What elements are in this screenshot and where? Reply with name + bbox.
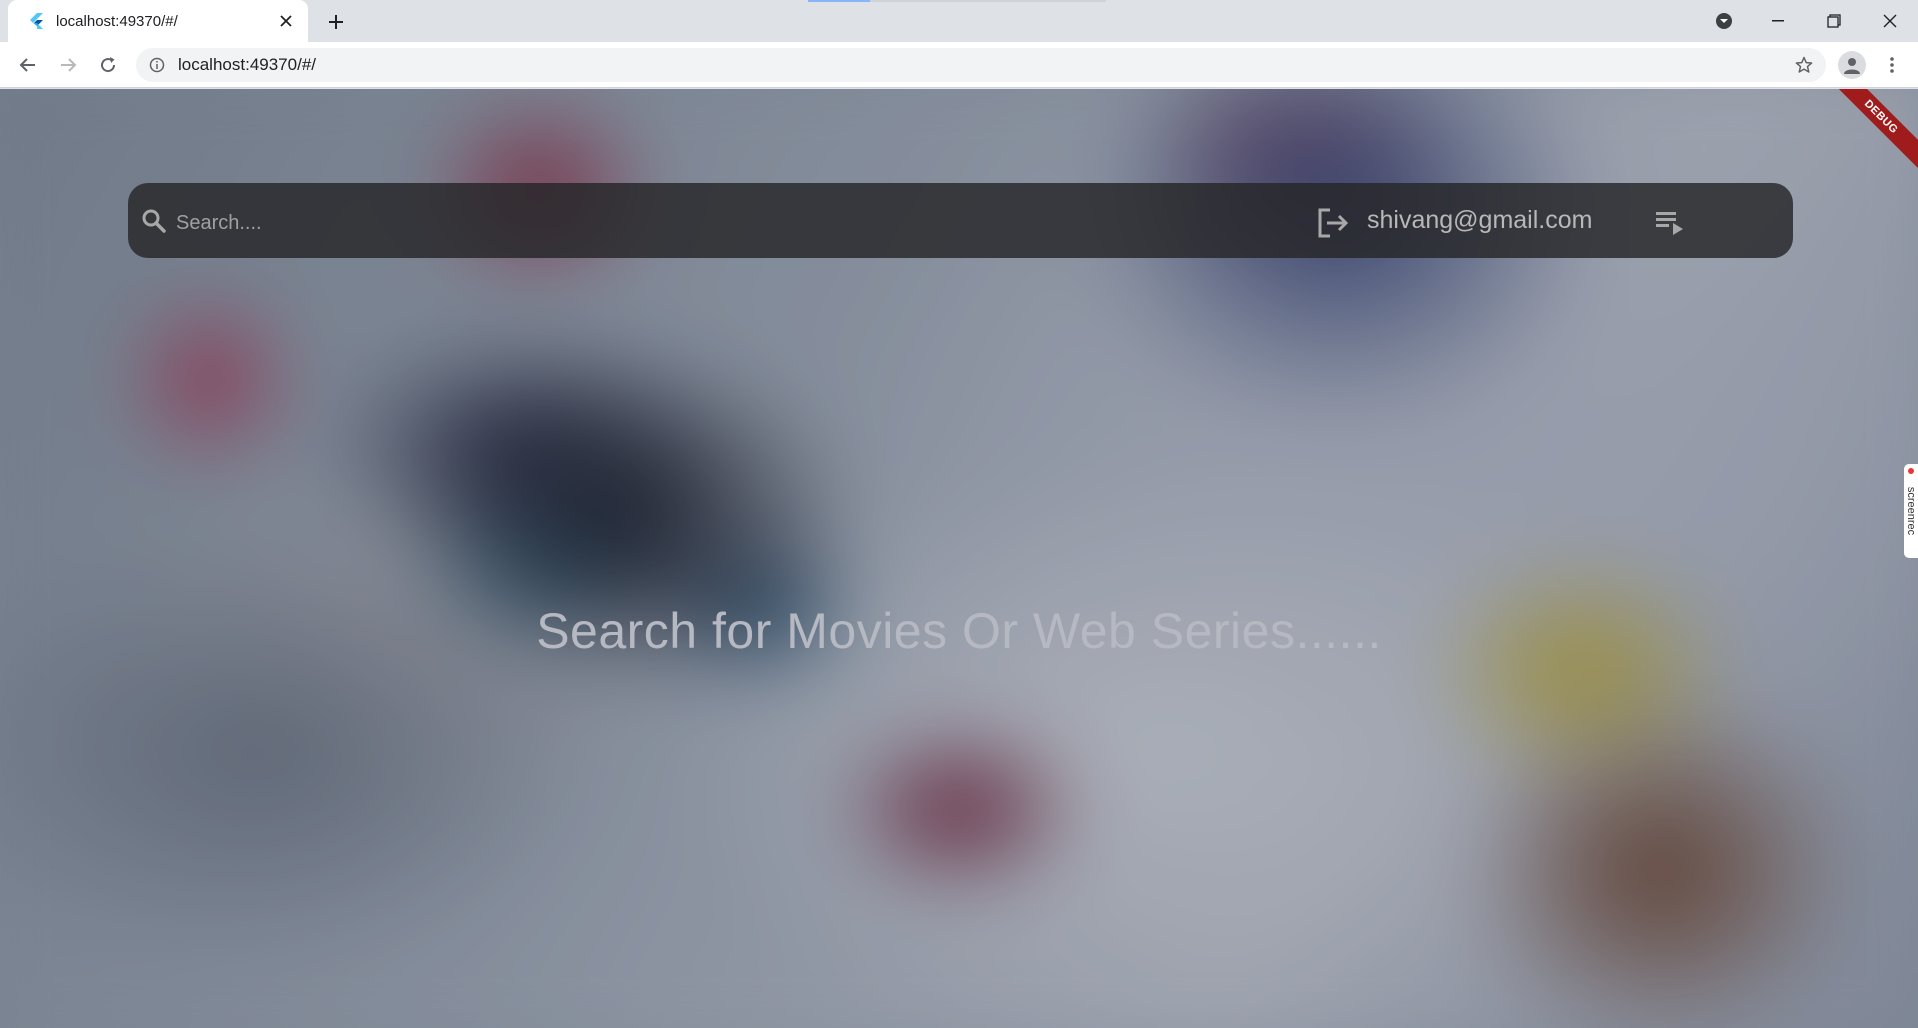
search-prompt-text: Search for Movies Or Web Series...... xyxy=(536,603,1382,659)
logout-icon[interactable] xyxy=(1315,205,1351,241)
browser-tab[interactable]: localhost:49370/#/ xyxy=(8,0,308,42)
playlist-play-icon[interactable] xyxy=(1655,207,1689,237)
tab-strip-indicator-track xyxy=(870,0,1106,2)
new-tab-button[interactable] xyxy=(322,8,350,36)
close-window-button[interactable] xyxy=(1862,0,1918,42)
browser-menu-icon[interactable] xyxy=(1878,51,1906,79)
search-icon[interactable] xyxy=(140,207,168,235)
screenrec-widget[interactable]: screenrec xyxy=(1904,464,1918,558)
reload-button[interactable] xyxy=(92,49,124,81)
address-bar[interactable]: localhost:49370/#/ xyxy=(136,48,1826,82)
minimize-button[interactable] xyxy=(1750,0,1806,42)
close-tab-icon[interactable] xyxy=(274,9,298,33)
tab-strip-indicator xyxy=(808,0,870,2)
site-info-icon[interactable] xyxy=(148,56,166,74)
search-bar: shivang@gmail.com xyxy=(128,183,1793,258)
debug-banner: DEBUG xyxy=(1828,89,1918,179)
tab-search-button[interactable] xyxy=(1696,0,1752,42)
back-button[interactable] xyxy=(12,49,44,81)
profile-avatar[interactable] xyxy=(1838,51,1866,79)
screenrec-label: screenrec xyxy=(1905,486,1918,536)
tab-title: localhost:49370/#/ xyxy=(56,12,178,30)
browser-toolbar: localhost:49370/#/ xyxy=(0,42,1918,88)
debug-ribbon-label: DEBUG xyxy=(1828,89,1918,171)
flutter-icon xyxy=(28,13,44,29)
restore-button[interactable] xyxy=(1806,0,1862,42)
record-dot-icon xyxy=(1908,468,1914,474)
address-url[interactable]: localhost:49370/#/ xyxy=(178,55,1790,75)
browser-tabstrip: localhost:49370/#/ xyxy=(0,0,1918,42)
bookmark-star-icon[interactable] xyxy=(1790,51,1818,79)
user-email: shivang@gmail.com xyxy=(1367,206,1593,234)
forward-button[interactable] xyxy=(52,49,84,81)
app-viewport: shivang@gmail.com Search for Movies Or W… xyxy=(0,89,1918,1028)
search-input[interactable] xyxy=(176,203,876,243)
